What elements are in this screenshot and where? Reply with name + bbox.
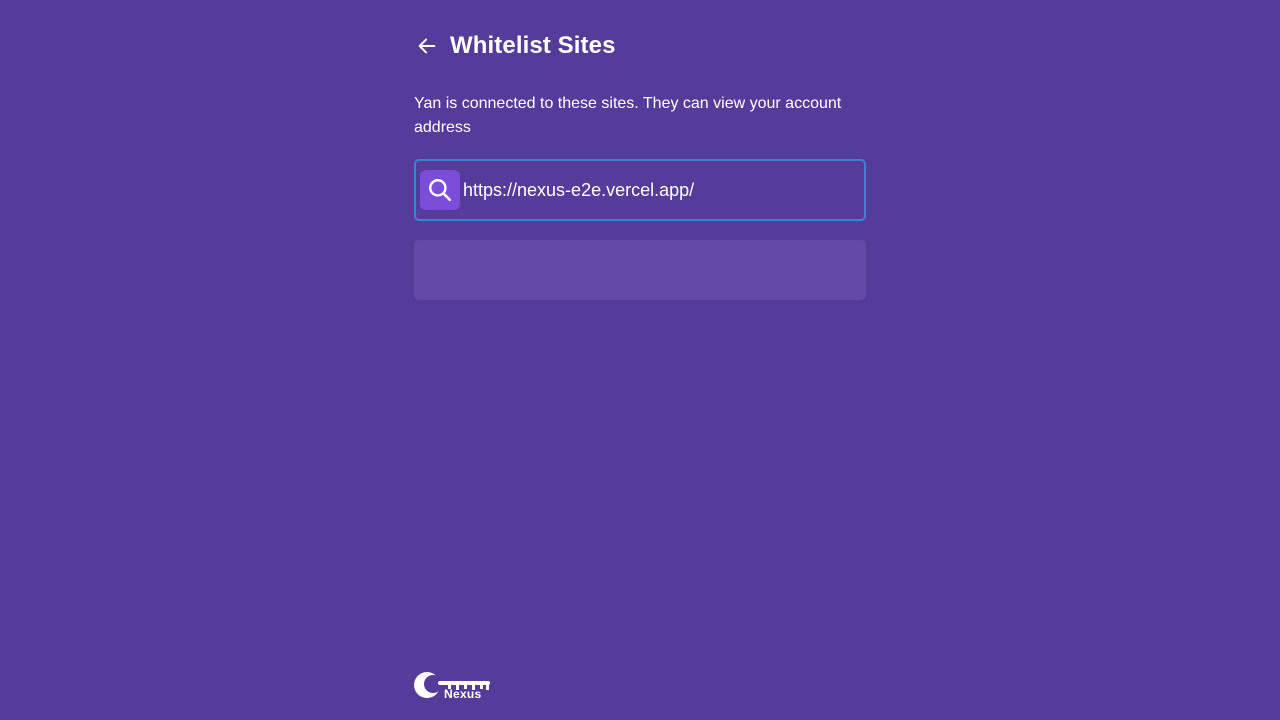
page: Whitelist Sites Yan is connected to thes… (0, 0, 1280, 720)
search-input[interactable] (463, 170, 864, 210)
page-title: Whitelist Sites (450, 32, 616, 59)
search-button[interactable] (420, 170, 460, 210)
arrow-left-icon (418, 38, 436, 54)
site-list-item[interactable] (414, 240, 866, 300)
search-icon (429, 179, 452, 202)
nexus-logo: Nexus (414, 668, 494, 702)
header: Whitelist Sites (414, 28, 866, 64)
description-text: Yan is connected to these sites. They ca… (414, 95, 842, 136)
logo-text: Nexus (444, 687, 482, 701)
back-button[interactable] (414, 33, 440, 59)
search-field[interactable] (414, 159, 866, 221)
